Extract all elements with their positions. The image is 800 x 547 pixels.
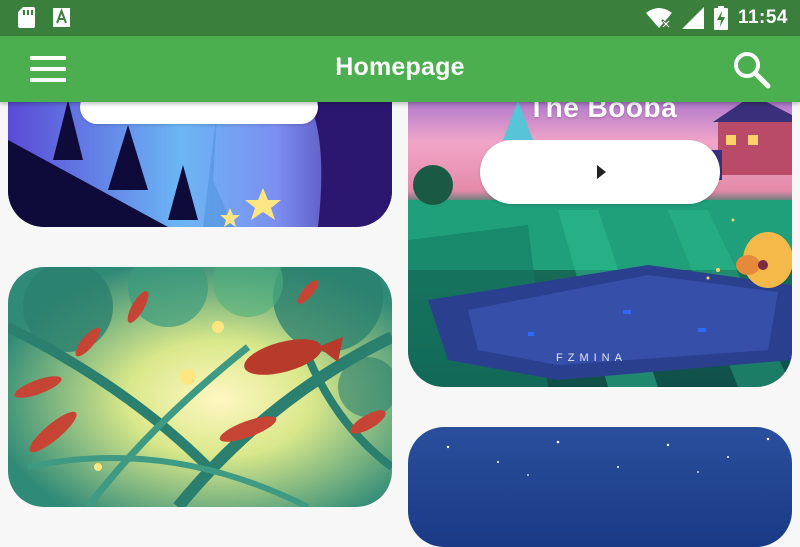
- game-card-fish-forest[interactable]: [8, 267, 392, 507]
- sd-card-icon: [18, 7, 35, 28]
- wifi-icon: [645, 8, 672, 29]
- signal-icon: [681, 7, 704, 29]
- text-app-icon: [53, 8, 70, 27]
- artist-watermark: FZMINA: [556, 352, 627, 364]
- game-card-the-booba[interactable]: The Booba FZMINA: [408, 60, 792, 387]
- battery-charging-icon: [713, 6, 728, 30]
- search-icon: [734, 52, 771, 89]
- fish-forest-artwork: [8, 267, 392, 507]
- status-time: 11:54: [737, 7, 788, 28]
- starry-night-artwork: [408, 427, 792, 547]
- search-button[interactable]: [733, 51, 771, 89]
- app-bar: Homepage: [0, 36, 800, 102]
- play-icon: [597, 165, 606, 179]
- play-button[interactable]: [480, 140, 720, 204]
- status-bar: 11:54: [0, 0, 800, 36]
- page-title: Homepage: [335, 53, 465, 81]
- game-card-starry-night[interactable]: [408, 427, 792, 547]
